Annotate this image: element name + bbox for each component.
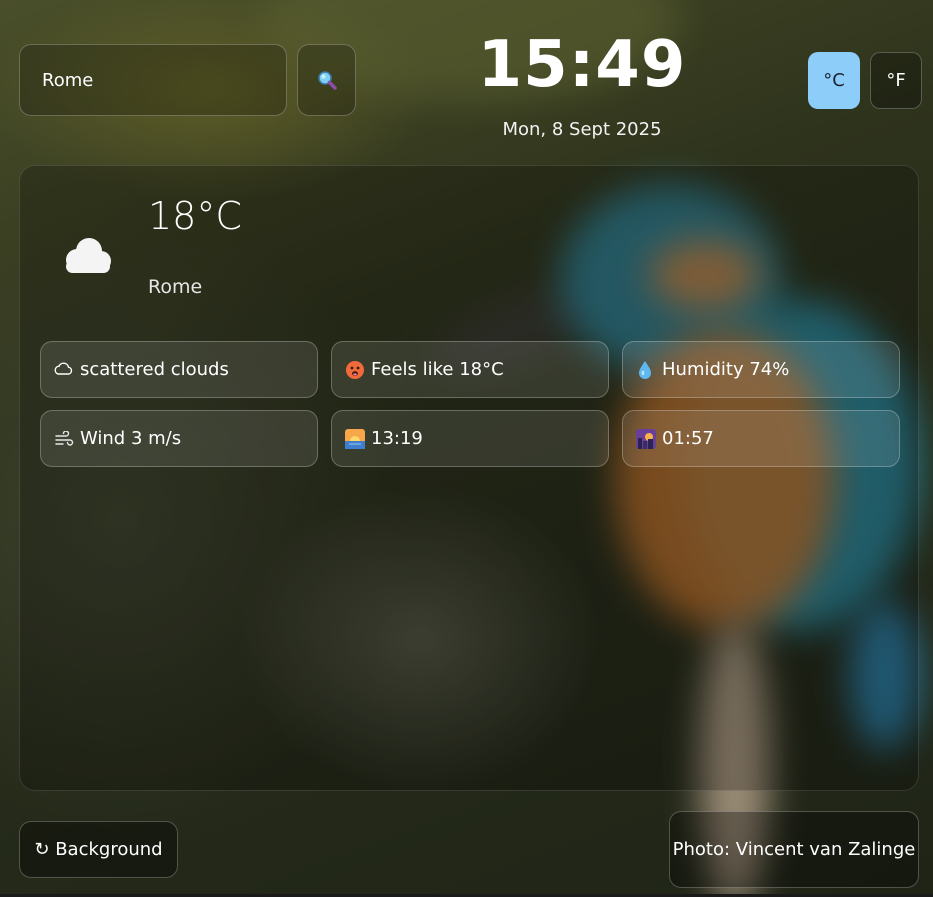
search-icon — [317, 71, 337, 90]
cloud-icon — [66, 238, 111, 273]
sunset-icon — [636, 428, 660, 449]
droplet-icon — [636, 360, 660, 380]
detail-sunrise-text: 13:19 — [371, 428, 423, 449]
detail-humidity-text: Humidity 74% — [662, 359, 790, 380]
hot-face-icon — [345, 360, 369, 380]
detail-humidity: Humidity 74% — [622, 341, 900, 398]
photo-credit-link[interactable]: Photo: Vincent van Zalinge — [669, 811, 919, 888]
detail-feels-like-text: Feels like 18°C — [371, 359, 504, 380]
current-temperature: 18°C — [148, 194, 242, 238]
detail-sunrise: 13:19 — [331, 410, 609, 467]
clock-time: 15:49 — [477, 28, 687, 102]
detail-sunset: 01:57 — [622, 410, 900, 467]
current-city: Rome — [148, 276, 203, 298]
search-button[interactable] — [297, 44, 356, 116]
cloud-outline-icon — [54, 361, 78, 378]
wind-icon — [54, 430, 78, 447]
search-input[interactable] — [40, 68, 274, 92]
detail-wind: Wind 3 m/s — [40, 410, 318, 467]
celsius-toggle[interactable]: °C — [808, 52, 860, 109]
detail-wind-text: Wind 3 m/s — [80, 428, 182, 449]
fahrenheit-toggle[interactable]: °F — [870, 52, 922, 109]
sunrise-icon — [345, 428, 369, 449]
clock-date: Mon, 8 Sept 2025 — [502, 119, 662, 140]
detail-condition: scattered clouds — [40, 341, 318, 398]
weather-card: 18°C Rome scattered clouds Feels like 18… — [19, 165, 919, 791]
search-field[interactable] — [19, 44, 287, 116]
change-background-button[interactable]: ↻ Background — [19, 821, 178, 878]
detail-condition-text: scattered clouds — [80, 359, 229, 380]
detail-feels-like: Feels like 18°C — [331, 341, 609, 398]
detail-sunset-text: 01:57 — [662, 428, 714, 449]
